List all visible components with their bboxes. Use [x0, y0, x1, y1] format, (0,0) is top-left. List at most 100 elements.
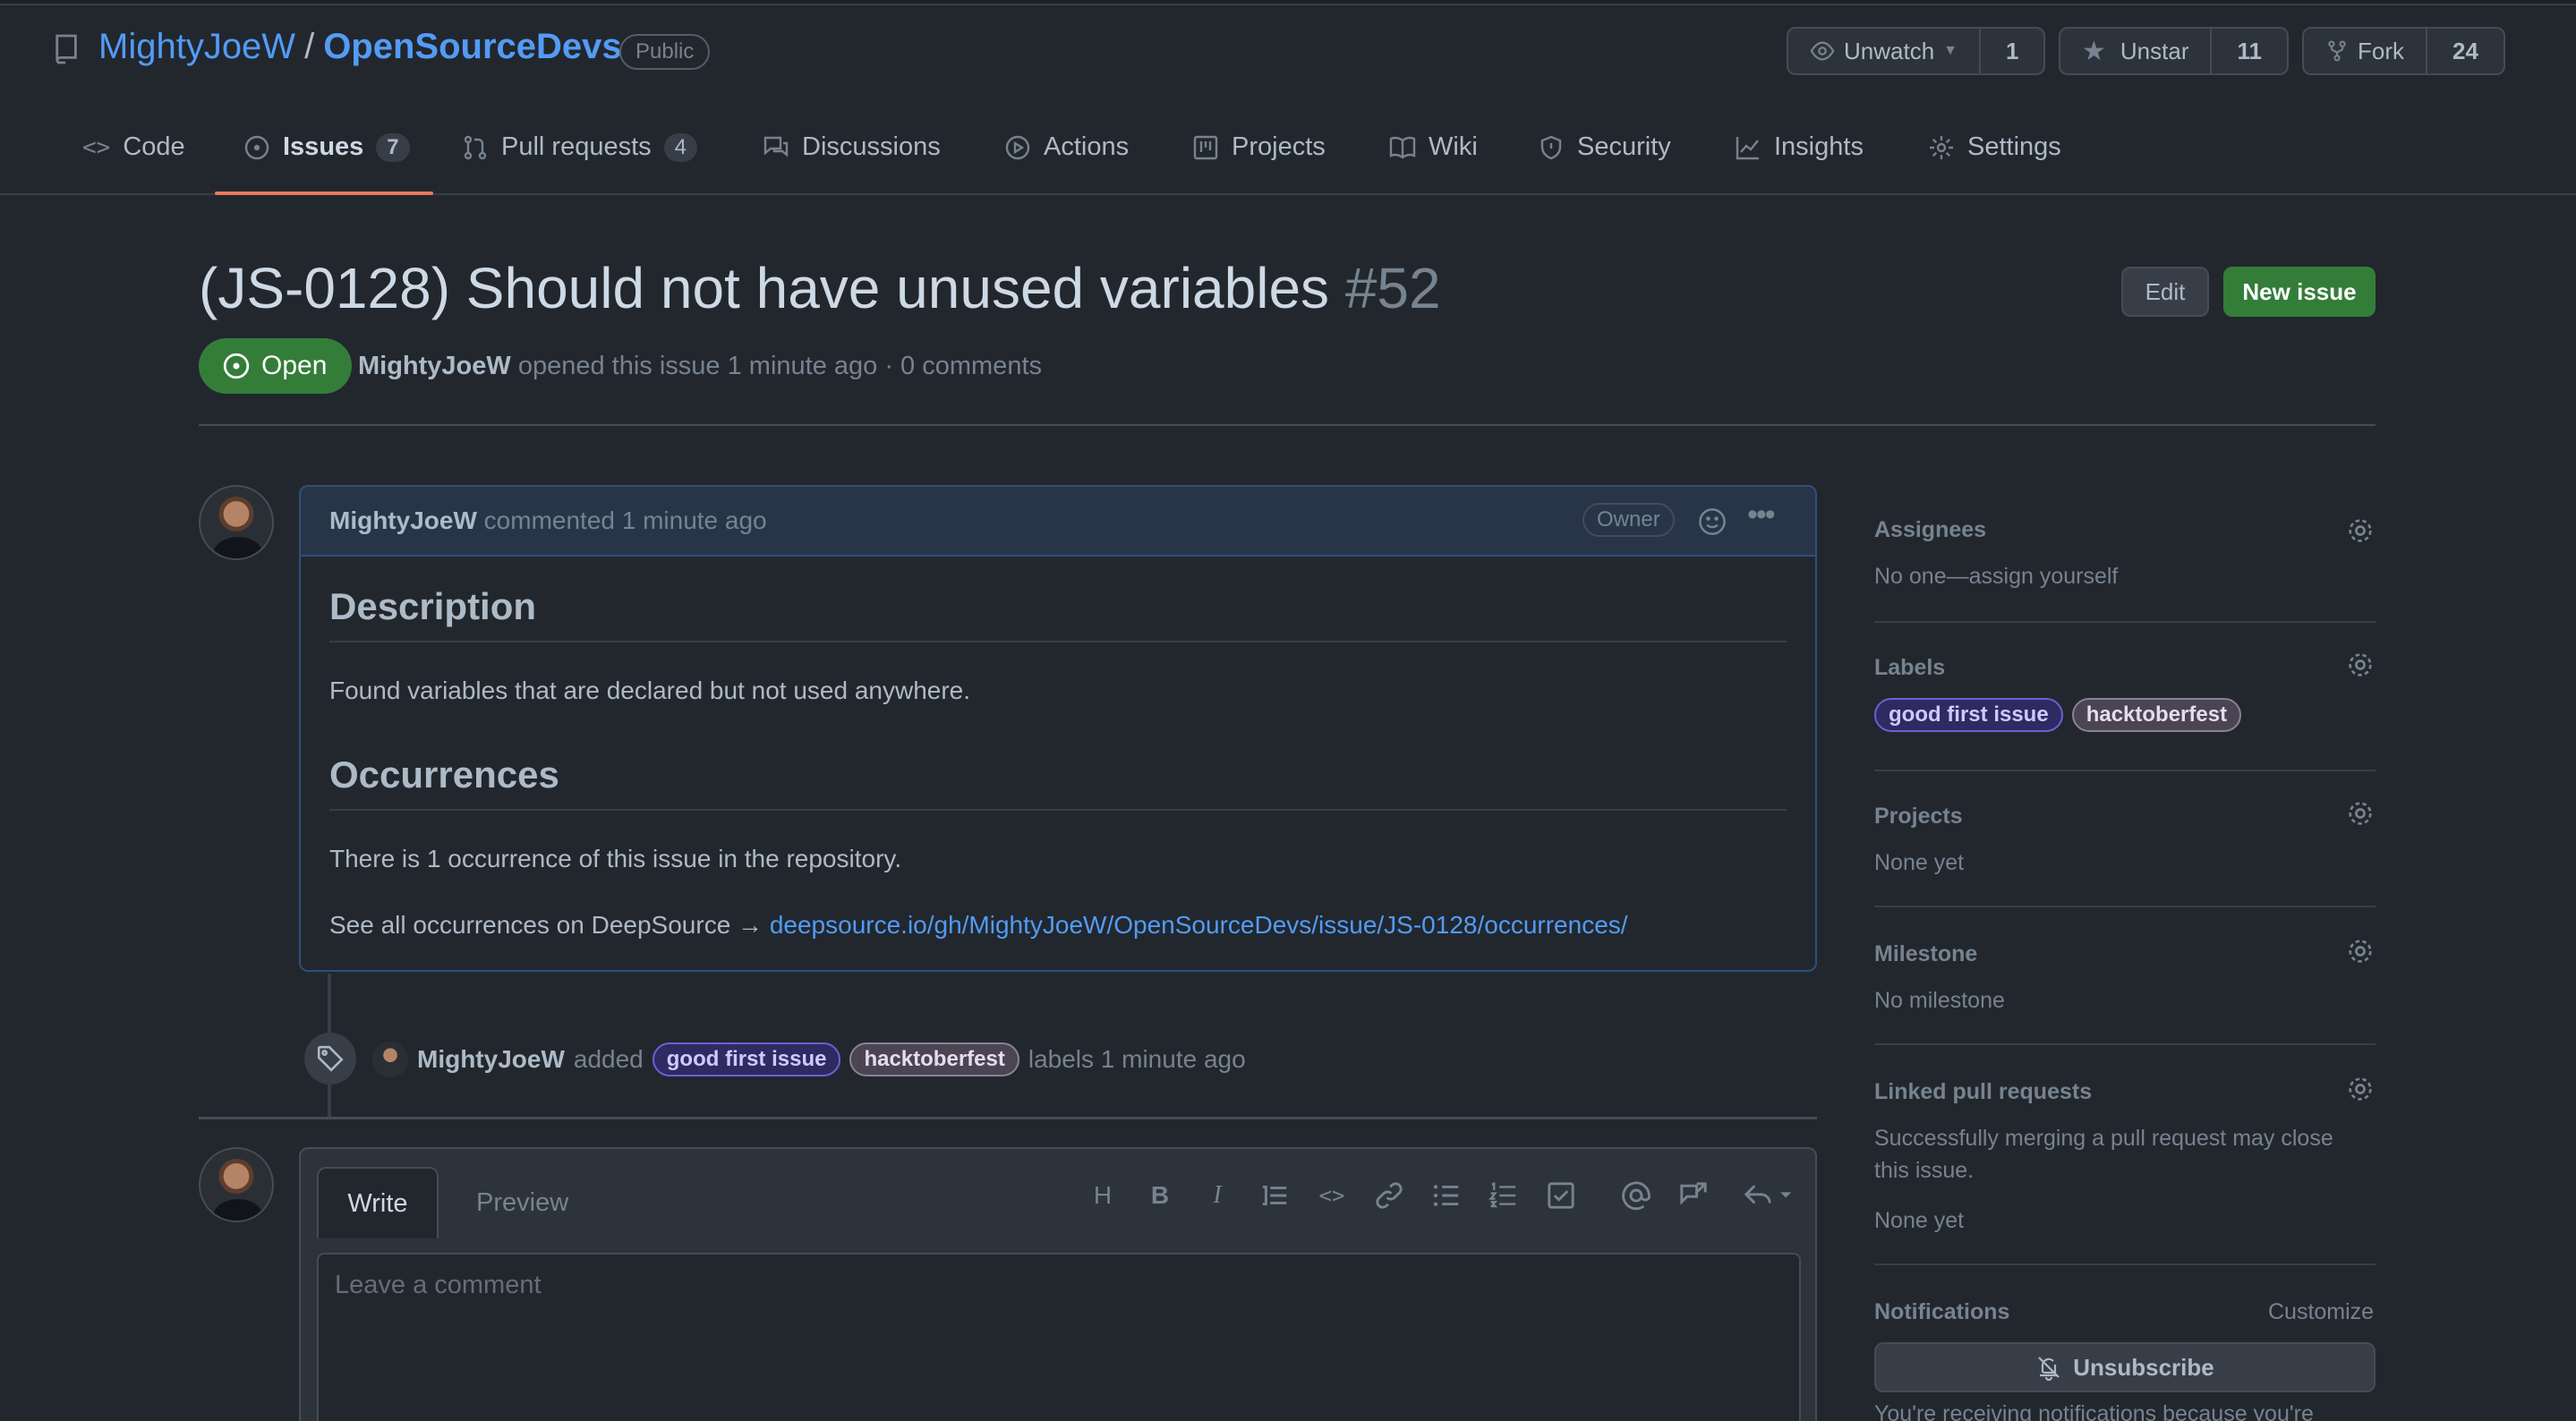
unstar-button[interactable]: ★ Unstar — [2060, 29, 2213, 73]
tab-settings-label: Settings — [1967, 132, 2061, 161]
tab-security[interactable]: Security — [1538, 132, 1671, 162]
repo-nav-tabs: <> Code Issues 7 Pull requests 4 Discuss… — [0, 116, 2576, 195]
tab-insights[interactable]: Insights — [1735, 132, 1864, 162]
quote-icon[interactable] — [1258, 1179, 1291, 1212]
cross-reference-icon[interactable] — [1677, 1179, 1710, 1212]
repo-name-link[interactable]: OpenSourceDevs — [323, 27, 621, 67]
tab-settings[interactable]: Settings — [1928, 132, 2061, 162]
comment-textarea[interactable]: Leave a comment — [317, 1253, 1801, 1421]
kebab-menu-icon[interactable]: ••• — [1747, 498, 1776, 532]
description-text: Found variables that are declared but no… — [329, 676, 971, 704]
comment-author-link[interactable]: MightyJoeW — [329, 506, 477, 534]
smiley-icon[interactable] — [1697, 506, 1727, 537]
label-good-first-issue[interactable]: good first issue — [1874, 698, 2063, 732]
star-button-group: ★ Unstar 11 — [2059, 27, 2289, 75]
fork-button[interactable]: Fork — [2304, 29, 2427, 73]
tab-discussions[interactable]: Discussions — [763, 132, 941, 162]
task-list-icon[interactable] — [1545, 1179, 1577, 1212]
unstar-label: Unstar — [2120, 37, 2189, 64]
gear-icon[interactable] — [2345, 650, 2376, 680]
timeline-divider — [199, 1117, 1817, 1119]
sidebar-divider — [1874, 906, 2376, 907]
issue-opened-text: opened this issue 1 minute ago · 0 comme… — [517, 352, 1042, 380]
gear-icon[interactable] — [2345, 1074, 2376, 1104]
project-board-icon — [1193, 135, 1218, 159]
tab-actions[interactable]: Actions — [1004, 132, 1129, 162]
fork-count[interactable]: 24 — [2427, 29, 2503, 73]
tab-preview[interactable]: Preview — [476, 1188, 568, 1218]
milestone-title: Milestone — [1874, 941, 1978, 966]
tab-security-label: Security — [1577, 132, 1671, 161]
italic-icon[interactable]: I — [1201, 1179, 1233, 1212]
gear-icon[interactable] — [2345, 798, 2376, 829]
repo-separator: / — [304, 27, 315, 66]
unwatch-button[interactable]: Unwatch ▼ — [1788, 29, 1981, 73]
bulleted-list-icon[interactable] — [1430, 1179, 1463, 1212]
bold-icon[interactable]: B — [1144, 1179, 1176, 1212]
fork-label: Fork — [2358, 37, 2404, 64]
issue-title: (JS-0128) Should not have unused variabl… — [199, 255, 1441, 321]
unsubscribe-button[interactable]: Unsubscribe — [1874, 1342, 2376, 1392]
tab-write[interactable]: Write — [317, 1167, 439, 1238]
unwatch-label: Unwatch — [1844, 37, 1935, 64]
issue-opened-icon — [223, 353, 250, 379]
label-good-first-issue[interactable]: good first issue — [652, 1042, 841, 1076]
new-issue-button[interactable]: New issue — [2223, 267, 2376, 317]
projects-title: Projects — [1874, 804, 1963, 829]
tab-code[interactable]: <> Code — [82, 132, 185, 162]
sidebar-divider — [1874, 621, 2376, 623]
avatar[interactable] — [199, 485, 274, 560]
gear-icon[interactable] — [2345, 936, 2376, 966]
tab-wiki[interactable]: Wiki — [1389, 132, 1478, 162]
graph-icon — [1736, 136, 1759, 159]
linked-prs-title: Linked pull requests — [1874, 1079, 2093, 1104]
avatar[interactable] — [199, 1147, 274, 1222]
tab-issues-label: Issues — [283, 132, 364, 161]
issue-state-label: Open — [261, 351, 328, 380]
owner-badge: Owner — [1582, 503, 1675, 537]
header-divider — [199, 424, 2376, 426]
repo-owner-link[interactable]: MightyJoeW — [98, 27, 295, 67]
customize-link[interactable]: Customize — [2268, 1299, 2374, 1325]
event-actor-link[interactable]: MightyJoeW — [417, 1045, 565, 1074]
avatar[interactable] — [372, 1042, 408, 1077]
tab-issues-count: 7 — [376, 132, 410, 162]
watch-count[interactable]: 1 — [1981, 29, 2043, 73]
saved-replies-icon[interactable] — [1742, 1179, 1796, 1212]
sidebar-divider — [1874, 770, 2376, 771]
tab-projects[interactable]: Projects — [1192, 132, 1326, 162]
notifications-desc: You're receiving notifications because y… — [1874, 1401, 2314, 1421]
heading-rule — [329, 809, 1787, 811]
comment-byline: MightyJoeW commented 1 minute ago — [329, 506, 767, 535]
linked-prs-desc: this issue. — [1874, 1158, 1975, 1183]
tab-issues[interactable]: Issues 7 — [243, 132, 410, 162]
shield-icon — [1540, 135, 1562, 159]
sidebar-divider — [1874, 1043, 2376, 1045]
issue-opened-icon — [244, 135, 269, 159]
label-hacktoberfest[interactable]: hacktoberfest — [2071, 698, 2242, 732]
mention-icon[interactable] — [1620, 1179, 1652, 1212]
edit-button[interactable]: Edit — [2121, 267, 2209, 317]
tab-discussions-label: Discussions — [802, 132, 941, 161]
chevron-down-icon: ▼ — [1943, 43, 1958, 58]
occurrences-text: There is 1 occurrence of this issue in t… — [329, 845, 902, 872]
code-icon[interactable]: <> — [1316, 1179, 1348, 1212]
label-hacktoberfest[interactable]: hacktoberfest — [849, 1042, 1019, 1076]
deepsource-link[interactable]: deepsource.io/gh/MightyJoeW/OpenSourceDe… — [770, 911, 1628, 939]
tab-pull-requests-label: Pull requests — [501, 132, 652, 161]
tab-pull-requests[interactable]: Pull requests 4 — [462, 132, 698, 162]
link-icon[interactable] — [1373, 1179, 1405, 1212]
milestone-value: No milestone — [1874, 988, 2005, 1013]
watch-button-group: Unwatch ▼ 1 — [1787, 27, 2046, 75]
issue-author-link[interactable]: MightyJoeW — [358, 352, 511, 380]
gear-icon[interactable] — [2345, 515, 2376, 546]
star-count[interactable]: 11 — [2212, 29, 2287, 73]
eye-icon — [1810, 41, 1835, 61]
numbered-list-icon[interactable] — [1488, 1179, 1520, 1212]
fork-button-group: Fork 24 — [2302, 27, 2505, 75]
visibility-badge: Public — [619, 34, 711, 70]
assignees-value[interactable]: No one—assign yourself — [1874, 564, 2118, 590]
sidebar-labels: good first issue hacktoberfest — [1874, 698, 2242, 732]
fork-icon — [2328, 40, 2346, 62]
heading-icon[interactable]: H — [1087, 1179, 1119, 1212]
